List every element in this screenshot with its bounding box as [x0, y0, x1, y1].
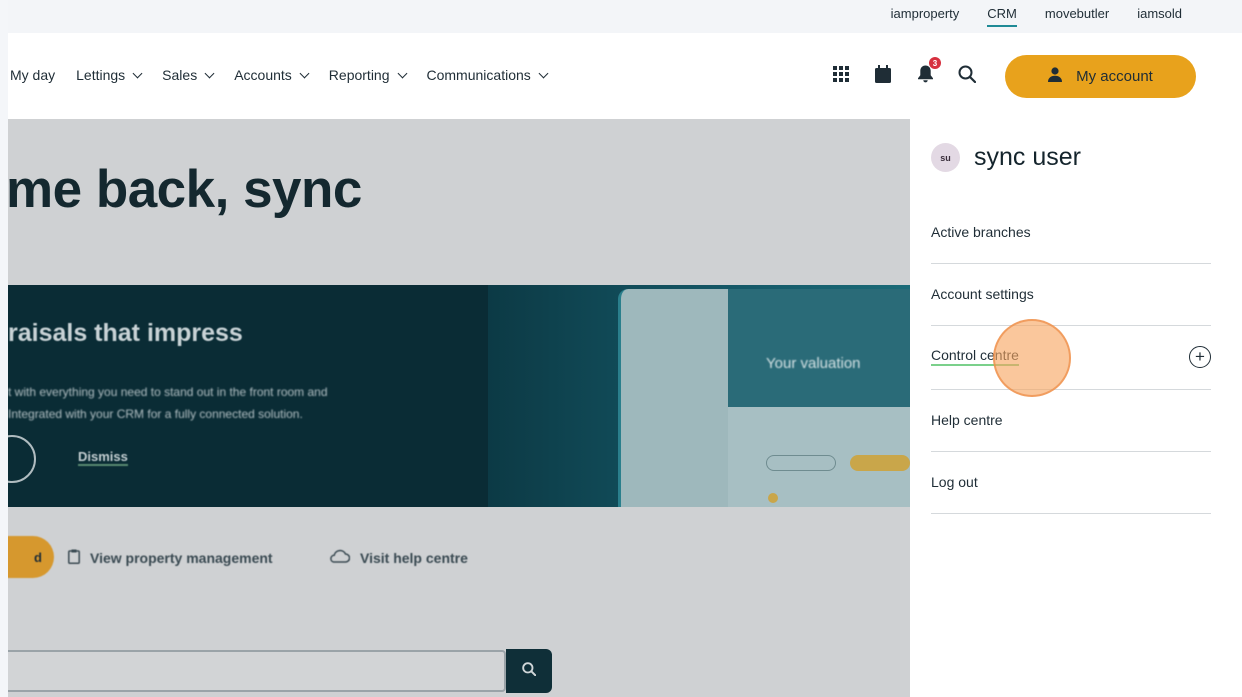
brand-link-iamproperty[interactable]: iamproperty: [877, 6, 974, 21]
mock-dot: [768, 493, 778, 503]
plus-circle-icon[interactable]: +: [1189, 345, 1211, 368]
menu-item-help-centre[interactable]: Help centre: [931, 390, 1211, 452]
mock-screen: Your valuation: [728, 289, 910, 507]
cloud-icon: [328, 549, 351, 566]
nav-item-label: Communications: [426, 67, 531, 83]
nav-item-reporting[interactable]: Reporting: [328, 67, 407, 83]
notification-badge: 3: [929, 57, 941, 69]
banner-text: t with everything you need to stand out …: [8, 381, 428, 425]
brand-link-crm[interactable]: CRM: [973, 6, 1031, 27]
nav-item-accounts[interactable]: Accounts: [234, 67, 310, 83]
nav-icons: 3: [830, 57, 998, 85]
user-icon: [1048, 67, 1063, 86]
menu-item-active-branches[interactable]: Active branches: [931, 202, 1211, 264]
menu-item-label: Control centre: [931, 347, 1019, 366]
mock-pill: [850, 455, 910, 471]
chevron-down-icon: [132, 68, 143, 78]
chevron-down-icon: [538, 68, 549, 78]
avatar: su: [931, 143, 960, 172]
promo-banner: raisals that impress t with everything y…: [8, 285, 910, 507]
my-account-label: My account: [1076, 68, 1153, 85]
banner-illustration: Your valuation: [488, 285, 910, 507]
nav-item-label: Accounts: [234, 67, 292, 83]
banner-text-line: Integrated with your CRM for a fully con…: [8, 407, 303, 421]
menu-item-log-out[interactable]: Log out: [931, 452, 1211, 514]
nav-item-label: My day: [10, 67, 56, 83]
nav-item-label: Reporting: [328, 67, 390, 83]
menu-item-account-settings[interactable]: Account settings: [931, 264, 1211, 326]
view-property-management-label: View property management: [90, 550, 273, 566]
mock-hero-title: Your valuation: [766, 355, 861, 372]
user-name: sync user: [974, 143, 1081, 171]
my-account-button[interactable]: My account: [1005, 55, 1196, 98]
dismiss-link[interactable]: Dismiss: [78, 449, 128, 466]
brand-link-iamsold[interactable]: iamsold: [1123, 6, 1196, 21]
search-input[interactable]: [8, 650, 506, 692]
menu-item-label: Log out: [931, 473, 978, 490]
main-nav: My day Lettings Sales Accounts Reporting…: [8, 33, 1242, 119]
visit-help-centre-link[interactable]: Visit help centre: [328, 549, 468, 566]
nav-item-lettings[interactable]: Lettings: [76, 67, 143, 83]
banner-secondary-button[interactable]: [8, 435, 36, 483]
bell-icon[interactable]: 3: [914, 57, 941, 85]
menu-item-label: Help centre: [931, 411, 1003, 428]
banner-text-line: t with everything you need to stand out …: [8, 385, 328, 399]
brand-bar: iamproperty CRM movebutler iamsold: [8, 0, 1242, 33]
main-content-dimmed: me back, sync raisals that impress t wit…: [8, 119, 910, 697]
user-header: su sync user: [931, 143, 1081, 172]
brand-link-movebutler[interactable]: movebutler: [1031, 6, 1123, 21]
account-panel: su sync user Active branches Account set…: [910, 119, 1242, 697]
chevron-down-icon: [299, 68, 310, 78]
menu-item-label: Active branches: [931, 223, 1031, 240]
nav-item-communications[interactable]: Communications: [426, 67, 549, 83]
account-menu: Active branches Account settings Control…: [931, 202, 1211, 514]
primary-action-button[interactable]: d: [8, 536, 54, 578]
brand-links: iamproperty CRM movebutler iamsold: [877, 6, 1196, 27]
visit-help-centre-label: Visit help centre: [360, 549, 468, 566]
view-property-management-link[interactable]: View property management: [68, 549, 273, 567]
search-submit-button[interactable]: [506, 649, 552, 693]
nav-item-my-day[interactable]: My day: [10, 67, 55, 83]
chevron-down-icon: [397, 68, 407, 78]
search-icon: [522, 661, 537, 681]
welcome-heading: me back, sync: [8, 160, 362, 219]
apps-grid-icon[interactable]: [830, 63, 852, 85]
chevron-down-icon: [204, 68, 215, 78]
menu-item-label: Account settings: [931, 285, 1034, 302]
nav-item-label: Sales: [162, 67, 198, 83]
calendar-icon[interactable]: [872, 63, 894, 85]
nav-menu: My day Lettings Sales Accounts Reporting…: [10, 67, 568, 83]
quick-actions: d View property management Visit help ce…: [8, 536, 910, 580]
nav-item-label: Lettings: [76, 67, 126, 83]
search-icon[interactable]: [956, 63, 978, 85]
clipboard-icon: [68, 549, 80, 567]
banner-title: raisals that impress: [8, 319, 243, 347]
menu-item-control-centre[interactable]: Control centre +: [931, 326, 1211, 390]
mock-pill: [766, 455, 836, 471]
mock-sidebar: [618, 289, 728, 507]
nav-item-sales[interactable]: Sales: [162, 67, 215, 83]
mock-hero: Your valuation: [728, 289, 910, 407]
